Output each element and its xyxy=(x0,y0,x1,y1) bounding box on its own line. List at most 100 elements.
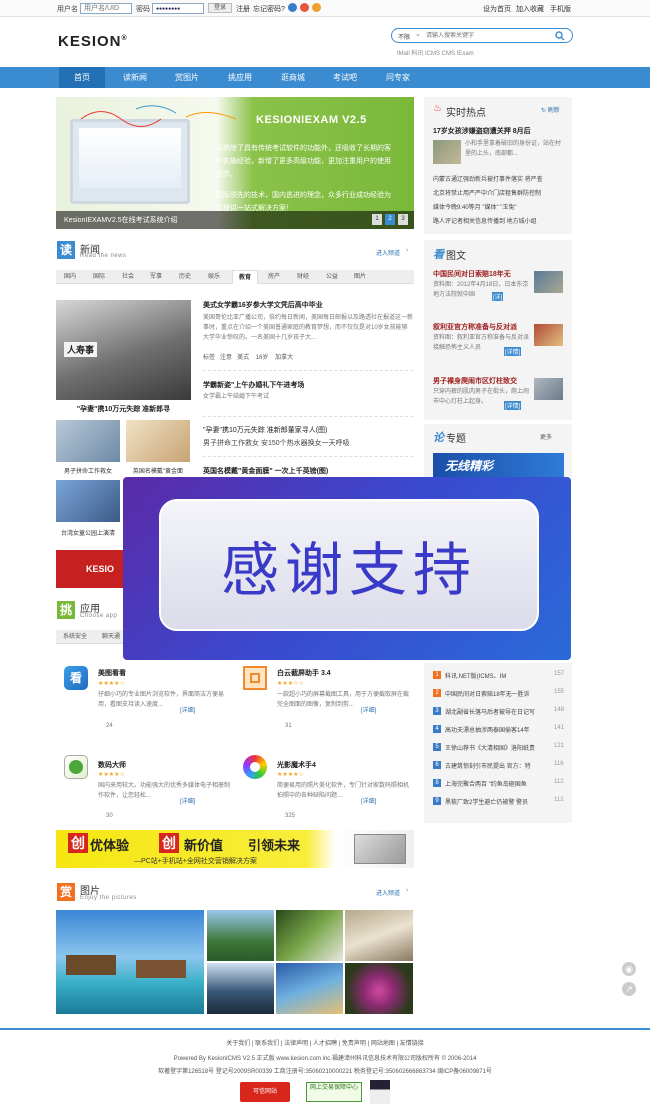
picture-thumb-6[interactable] xyxy=(345,963,413,1014)
hot-headline-image[interactable] xyxy=(433,140,461,164)
tag[interactable]: 注意 xyxy=(220,355,232,361)
news-tab-active[interactable]: 教育 xyxy=(232,270,258,284)
tuwen-item-1-tag[interactable]: [详] xyxy=(492,292,504,301)
chevron-right-icon[interactable]: › xyxy=(406,247,408,254)
weibo-login-icon[interactable] xyxy=(300,3,309,12)
tuwen-item-1-title[interactable]: 中国民间对日索赔18年无 xyxy=(433,269,529,279)
pictures-more-link[interactable]: 进入频道 xyxy=(376,888,400,897)
mobile-link[interactable]: 手机版 xyxy=(550,4,571,14)
qq-login-icon[interactable] xyxy=(288,3,297,12)
app-3-detail-link[interactable]: [详细] xyxy=(180,796,195,805)
tag[interactable]: 加拿大 xyxy=(275,355,293,361)
nav-exam[interactable]: 考试吧 xyxy=(322,67,368,88)
nav-apps[interactable]: 挑应用 xyxy=(217,67,263,88)
apps-tab[interactable]: 系统安全 xyxy=(58,630,92,644)
search-scope-select[interactable]: 不限 xyxy=(398,32,410,41)
news-tab[interactable]: 财经 xyxy=(291,270,315,284)
nav-experts[interactable]: 问专家 xyxy=(375,67,421,88)
news-thumb-2[interactable] xyxy=(126,420,190,462)
meitu-app-icon[interactable]: 看 xyxy=(64,666,88,690)
chevron-right-icon[interactable]: › xyxy=(406,887,408,894)
nav-news[interactable]: 读新闻 xyxy=(112,67,158,88)
picture-thumb-5[interactable] xyxy=(276,963,343,1014)
search-icon[interactable] xyxy=(555,31,565,41)
site-logo[interactable]: KESION® xyxy=(58,33,128,50)
shuma-app-icon[interactable] xyxy=(64,755,88,779)
footer-link[interactable]: 免责声明 xyxy=(342,1041,366,1047)
username-input[interactable] xyxy=(80,3,132,14)
banner-caption[interactable]: KesionIEXAMV2.5在线考试系统介绍 xyxy=(64,215,178,225)
news-article-2-title[interactable]: 学霸新姿"上午办婚礼下午进考场 xyxy=(203,380,413,390)
apps-tab[interactable]: 聊天通 xyxy=(96,630,126,644)
topics-more-link[interactable]: 更多 xyxy=(540,432,552,441)
news-thumb-2-caption[interactable]: 英国名模戴"黄金面 xyxy=(126,466,190,475)
login-button[interactable]: 登录 xyxy=(208,3,232,13)
news-feature-image[interactable]: 人寿事 xyxy=(56,300,191,400)
news-tab[interactable]: 房产 xyxy=(262,270,286,284)
app-4-detail-link[interactable]: [详细] xyxy=(361,796,376,805)
banner-page-2[interactable]: 2 xyxy=(385,214,395,225)
app-1-detail-link[interactable]: [详细] xyxy=(180,705,195,714)
picture-thumb-1[interactable] xyxy=(207,910,274,961)
register-link[interactable]: 注册 xyxy=(236,4,250,14)
eye-icon[interactable]: ◉ xyxy=(622,962,636,976)
banner-page-1[interactable]: 1 xyxy=(372,214,382,225)
news-article-3-desc[interactable]: 男子拼命工作救女 安150个热水器换女一天呼吸 xyxy=(203,438,413,448)
footer-link[interactable]: 友情链接 xyxy=(400,1041,424,1047)
nav-pictures[interactable]: 赏图片 xyxy=(164,67,210,88)
news-feature-caption[interactable]: "孕妻"携10万元失踪 准新郎寻 xyxy=(56,404,191,414)
password-input[interactable]: ●●●●●●●● xyxy=(152,3,204,14)
promo-banner[interactable]: 创 优体验 创 新价值 引领未来 —PC站+手机站+全网社交营销解决方案 xyxy=(56,830,414,868)
chevron-down-icon[interactable]: ⌄ xyxy=(415,30,421,38)
picture-large[interactable] xyxy=(56,910,204,1014)
tuwen-item-2-title[interactable]: 叙利亚官方称准备与反对派 xyxy=(433,322,529,332)
news-thumb-3[interactable] xyxy=(56,480,120,522)
news-article-3-title[interactable]: "孕妻"携10万元失踪 准新郎董家寻人(图) xyxy=(203,425,413,435)
hot-item-1[interactable]: 内蒙古通辽强劲新兵被打事件落实 将严查 xyxy=(433,175,567,185)
search-input[interactable] xyxy=(426,31,550,40)
tuwen-item-3-image[interactable] xyxy=(534,378,563,400)
news-thumb-3-caption[interactable]: 台湾女童公园上演清 xyxy=(56,528,120,537)
trade-guarantee-badge[interactable]: 网上交易保障中心 xyxy=(306,1082,362,1102)
guangying-app-icon[interactable] xyxy=(243,755,267,779)
hot-item-3[interactable]: 媒体今晚9:40等月 "媒体" "玉兔" xyxy=(433,203,567,213)
news-more-link[interactable]: 进入频道 xyxy=(376,248,400,257)
pin-icon[interactable]: ↗ xyxy=(622,982,636,996)
news-tab[interactable]: 社会 xyxy=(116,270,140,284)
news-article-4-title[interactable]: 英国名模戴"黄金面膜" 一次上千英镑(图) xyxy=(203,466,413,476)
news-tab[interactable]: 军事 xyxy=(144,270,168,284)
trusted-site-badge[interactable]: 可信网站 xyxy=(240,1082,290,1102)
footer-link[interactable]: 联系我们 xyxy=(255,1041,279,1047)
tuwen-item-3-title[interactable]: 男子裸身爬闹市区灯柱致交 xyxy=(433,376,529,386)
tuwen-item-2-image[interactable] xyxy=(534,324,563,346)
nav-mall[interactable]: 逛商城 xyxy=(270,67,316,88)
news-tab[interactable]: 国内 xyxy=(58,270,82,284)
set-homepage-link[interactable]: 设为首页 xyxy=(483,4,511,14)
app-3-name[interactable]: 数码大师 xyxy=(98,760,126,770)
hot-item-4[interactable]: 路人评记者相关信息传播到 地方城小组 xyxy=(433,217,567,227)
news-tab[interactable]: 图片 xyxy=(348,270,372,284)
app-2-name[interactable]: 白云截屏助手 3.4 xyxy=(277,668,331,678)
news-tab[interactable]: 公益 xyxy=(320,270,344,284)
app-2-detail-link[interactable]: [详细] xyxy=(361,705,376,714)
footer-link[interactable]: 关于我们 xyxy=(226,1041,250,1047)
picture-thumb-4[interactable] xyxy=(207,963,274,1014)
footer-link[interactable]: 法律声明 xyxy=(284,1041,308,1047)
news-tab[interactable]: 历史 xyxy=(173,270,197,284)
tuwen-item-1-image[interactable] xyxy=(534,271,563,293)
news-thumb-1-caption[interactable]: 男子拼命工作救女 xyxy=(56,466,120,475)
tag[interactable]: 16岁 xyxy=(256,355,269,361)
hero-banner[interactable]: KESIONIEXAM V2.5 系统除了具有传统考试软件的功能外，还吸收了长期… xyxy=(56,97,414,229)
tuwen-item-3-tag[interactable]: [详情] xyxy=(504,401,522,410)
tag[interactable]: 美式 xyxy=(237,355,249,361)
news-thumb-1[interactable] xyxy=(56,420,120,462)
picture-thumb-3[interactable] xyxy=(345,910,413,961)
news-ad-thumb[interactable]: KESIO xyxy=(56,550,126,588)
topics-banner[interactable]: 无线精彩 xyxy=(433,453,564,479)
nav-home[interactable]: 首页 xyxy=(59,67,105,88)
police-badge-icon[interactable] xyxy=(370,1080,390,1104)
picture-thumb-2[interactable] xyxy=(276,910,343,961)
app-4-name[interactable]: 光影魔术手4 xyxy=(277,760,316,770)
footer-link[interactable]: 网站地图 xyxy=(371,1041,395,1047)
tuwen-item-2-tag[interactable]: [详情] xyxy=(504,347,522,356)
